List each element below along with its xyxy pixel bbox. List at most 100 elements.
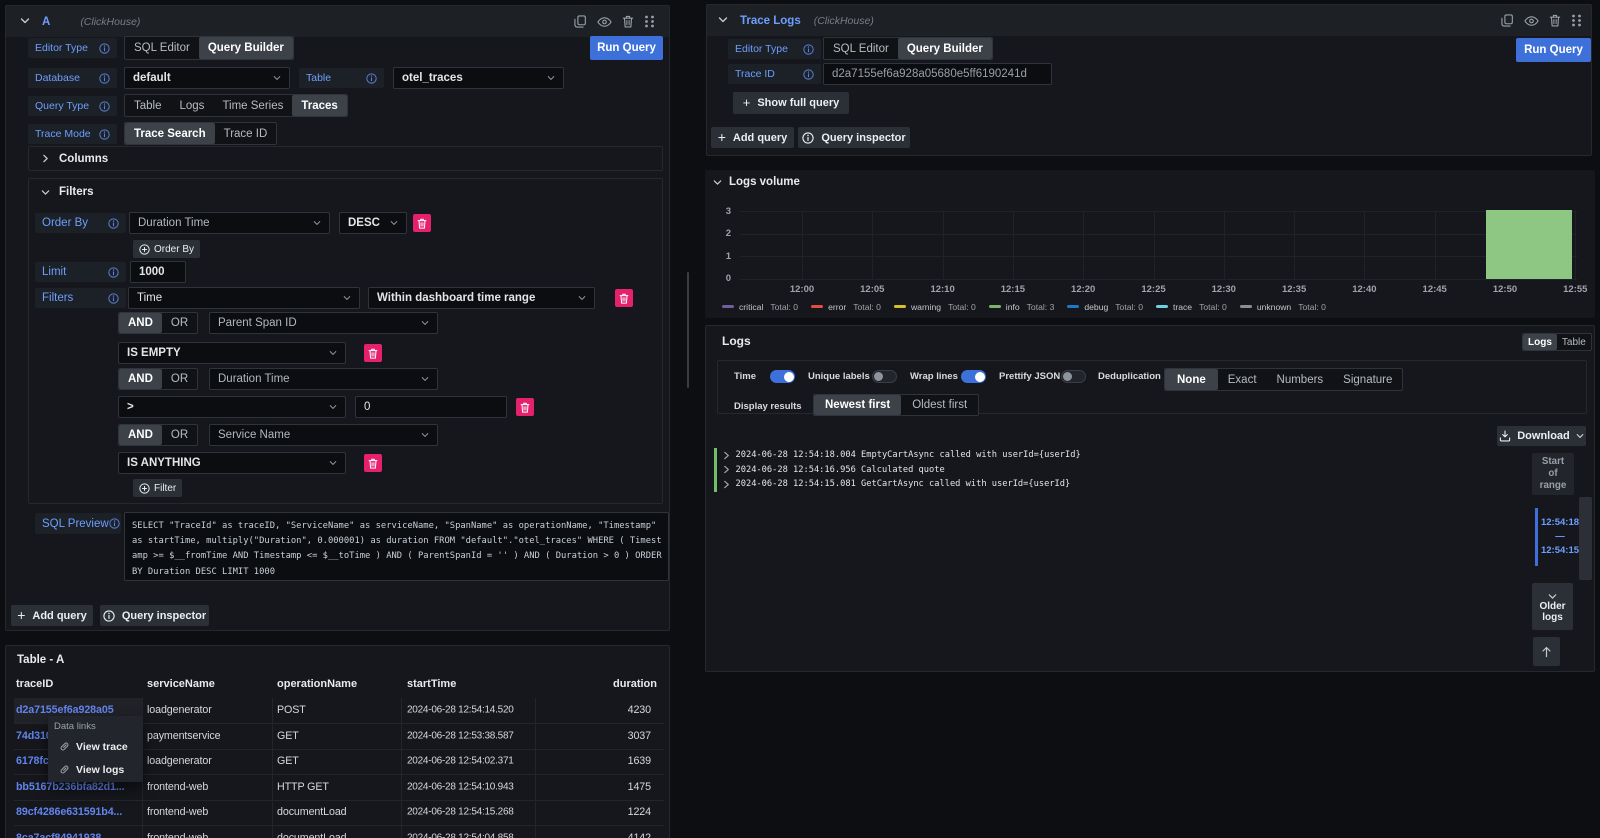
order-option-oldest[interactable]: Oldest first [901,395,978,415]
info-icon[interactable] [803,69,814,80]
order-by-direction-select[interactable]: DESC [339,212,407,234]
older-logs-button[interactable]: Older logs [1532,583,1573,630]
info-icon[interactable] [108,293,119,304]
condition-3-field-select[interactable]: Service Name [209,424,438,446]
info-icon[interactable] [803,44,814,55]
collapse-chevron-icon[interactable] [20,13,30,31]
view-trace-menu-item[interactable]: View trace [54,736,139,757]
info-icon[interactable] [108,218,119,229]
drag-handle-grip-icon[interactable] [644,15,655,28]
condition-2-field-select[interactable]: Duration Time [209,368,438,390]
dedup-option-none[interactable]: None [1165,369,1218,390]
trace-id-link[interactable]: d2a7155ef6a928a05 [16,704,146,716]
legend-item[interactable]: unknownTotal: 0 [1240,302,1326,312]
trace-mode-option-id[interactable]: Trace ID [215,123,277,144]
show-full-query-button[interactable]: + Show full query [733,92,849,114]
remove-order-by-button[interactable] [413,214,431,232]
trace-id-link[interactable]: 89cf4286e631591b4... [16,806,146,818]
expand-log-chevron-icon[interactable] [723,480,736,489]
query-editor-header[interactable]: A (ClickHouse) [6,6,669,37]
download-button[interactable]: Download [1497,426,1586,446]
legend-item[interactable]: debugTotal: 0 [1067,302,1143,312]
editor-type-option-sql[interactable]: SQL Editor [125,37,199,59]
legend-item[interactable]: errorTotal: 0 [811,302,881,312]
remove-query-trash-icon[interactable] [622,15,634,28]
info-icon[interactable] [366,73,377,84]
condition-2-and[interactable]: AND [119,369,162,389]
order-by-field-select[interactable]: Duration Time [129,212,330,234]
database-select[interactable]: default [124,67,290,89]
condition-3-operator-select[interactable]: IS ANYTHING [118,452,346,474]
add-query-button[interactable]: + Add query [711,127,794,148]
condition-1-field-select[interactable]: Parent Span ID [209,312,438,334]
view-option-table[interactable]: Table [1557,334,1591,350]
remove-condition-1-button[interactable] [364,344,382,362]
table-row[interactable]: 89cf4286e631591b4... frontend-web docume… [14,800,664,827]
query-type-option-logs[interactable]: Logs [171,95,214,116]
info-icon[interactable] [99,129,110,140]
dedup-option-numbers[interactable]: Numbers [1267,369,1334,390]
query-type-option-table[interactable]: Table [125,95,171,116]
legend-item[interactable]: infoTotal: 3 [989,302,1055,312]
column-header-traceid[interactable]: traceID [16,678,53,690]
column-header-operationname[interactable]: operationName [277,678,357,690]
run-query-button[interactable]: Run Query [590,36,663,60]
column-header-duration[interactable]: duration [613,678,657,690]
expand-log-chevron-icon[interactable] [723,451,736,460]
duplicate-query-icon[interactable] [574,15,587,28]
info-icon[interactable] [99,43,110,54]
filters-section-header[interactable]: Filters [41,186,94,198]
table-row[interactable]: 8ca7acf84941938... frontend-web document… [14,825,664,838]
drag-handle-grip-icon[interactable] [1571,14,1582,27]
columns-section[interactable]: Columns [28,146,663,171]
dedup-option-signature[interactable]: Signature [1333,369,1402,390]
column-header-starttime[interactable]: startTime [407,678,456,690]
remove-condition-3-button[interactable] [364,454,382,472]
minimap-scrollbar[interactable] [1579,497,1592,580]
wrap-lines-toggle[interactable] [961,370,986,383]
remove-query-trash-icon[interactable] [1549,14,1561,27]
filter-time-range-select[interactable]: Within dashboard time range [368,287,595,309]
query-editor-header[interactable]: Trace Logs (ClickHouse) [707,5,1591,36]
add-filter-button[interactable]: Filter [133,479,182,497]
info-icon[interactable] [109,518,120,529]
editor-type-option-builder[interactable]: Query Builder [199,37,293,59]
hide-response-eye-icon[interactable] [1524,15,1539,27]
condition-1-and[interactable]: AND [119,313,162,333]
legend-item[interactable]: traceTotal: 0 [1156,302,1227,312]
column-header-servicename[interactable]: serviceName [147,678,215,690]
condition-2-operator-select[interactable]: > [118,396,346,418]
log-row[interactable]: 2024-06-28 12:54:15.081 GetCartAsync cal… [714,477,1532,492]
query-type-option-traces[interactable]: Traces [292,95,346,116]
add-order-by-button[interactable]: Order By [133,240,200,258]
order-option-newest[interactable]: Newest first [814,395,901,415]
trace-id-link[interactable]: 8ca7acf84941938... [16,832,146,838]
info-icon[interactable] [99,73,110,84]
legend-item[interactable]: criticalTotal: 0 [722,302,798,312]
condition-2-value-input[interactable]: 0 [355,396,507,418]
split-pane-divider[interactable] [687,272,689,388]
table-select[interactable]: otel_traces [393,67,564,89]
view-option-logs[interactable]: Logs [1523,334,1557,350]
query-inspector-button[interactable]: Query inspector [100,605,209,626]
expand-log-chevron-icon[interactable] [723,465,736,474]
time-toggle[interactable] [770,370,795,383]
legend-item[interactable]: warningTotal: 0 [894,302,976,312]
run-query-button[interactable]: Run Query [1516,38,1591,62]
query-type-option-timeseries[interactable]: Time Series [213,95,292,116]
scroll-to-top-button[interactable] [1533,637,1560,666]
add-query-button[interactable]: + Add query [11,605,93,626]
info-icon[interactable] [99,101,110,112]
dedup-option-exact[interactable]: Exact [1218,369,1267,390]
duplicate-query-icon[interactable] [1501,14,1514,27]
editor-type-option-sql[interactable]: SQL Editor [824,38,898,59]
collapse-chevron-icon[interactable] [718,12,728,30]
trace-id-input[interactable]: d2a7155ef6a928a05680e5ff6190241d [823,63,1052,85]
remove-filter-button[interactable] [615,289,633,307]
limit-input[interactable]: 1000 [130,261,186,283]
remove-condition-2-button[interactable] [516,398,534,416]
hide-response-eye-icon[interactable] [597,16,612,28]
unique-labels-toggle[interactable] [872,370,897,383]
info-icon[interactable] [108,267,119,278]
log-row[interactable]: 2024-06-28 12:54:18.004 EmptyCartAsync c… [714,448,1532,463]
